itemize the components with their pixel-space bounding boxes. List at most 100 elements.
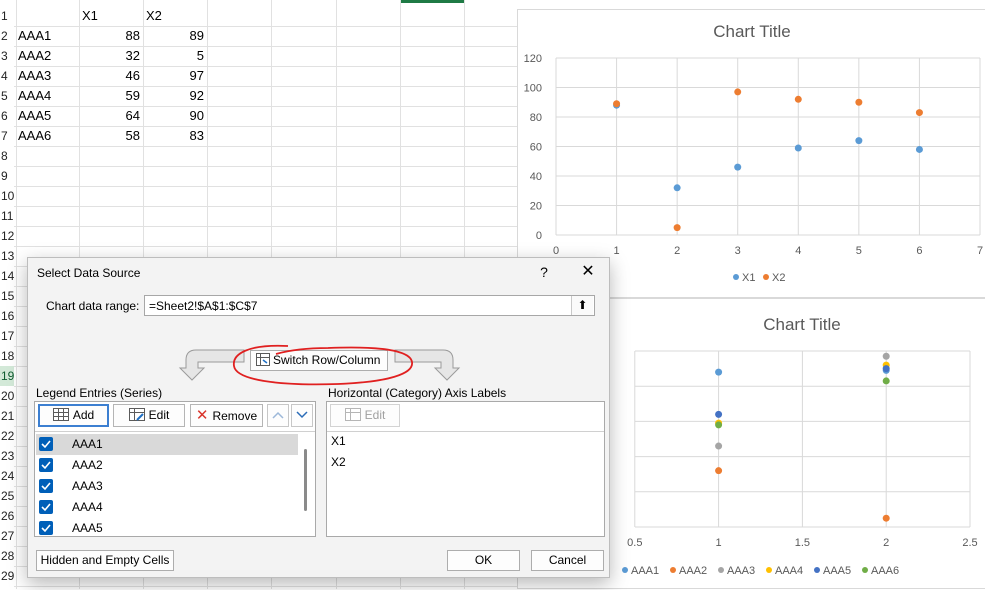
- switch-row-column-button[interactable]: Switch Row/Column: [250, 350, 388, 371]
- cell[interactable]: 59: [80, 86, 140, 106]
- row-header[interactable]: 20: [0, 386, 14, 406]
- row-header[interactable]: 23: [0, 446, 14, 466]
- cell[interactable]: 46: [80, 66, 140, 86]
- row-header[interactable]: 7: [0, 126, 14, 146]
- close-button[interactable]: ✕: [576, 261, 600, 283]
- horizontal-axis-labels-label: Horizontal (Category) Axis Labels: [328, 386, 507, 400]
- cancel-button[interactable]: Cancel: [531, 550, 604, 571]
- cell[interactable]: AAA2: [18, 46, 78, 66]
- cell[interactable]: 92: [144, 86, 204, 106]
- series-scrollbar[interactable]: [301, 435, 311, 532]
- edit-axis-labels-button[interactable]: Edit: [330, 404, 400, 427]
- cell[interactable]: X1: [82, 6, 142, 26]
- remove-series-button[interactable]: ✕ Remove: [190, 404, 263, 427]
- cell[interactable]: 88: [80, 26, 140, 46]
- checkmark-icon: [41, 461, 51, 470]
- cell[interactable]: 90: [144, 106, 204, 126]
- axis-labels-pane[interactable]: Edit X1 X2: [326, 401, 605, 537]
- series-checkbox[interactable]: [39, 458, 53, 472]
- row-header[interactable]: 15: [0, 286, 14, 306]
- row-header[interactable]: 22: [0, 426, 14, 446]
- scatter-chart-1[interactable]: Chart Title 0 20 40 60 80 100 120 0 1 2 3 4 5 6 7 X1 X2: [517, 9, 985, 298]
- row-header[interactable]: 18: [0, 346, 14, 366]
- legend-marker: [862, 567, 868, 573]
- legend-label: AAA2: [679, 565, 707, 577]
- row-header[interactable]: 27: [0, 526, 14, 546]
- row-header[interactable]: 1: [0, 6, 14, 26]
- series-list-item[interactable]: AAA2: [36, 455, 298, 476]
- x-tick-label: 7: [977, 245, 983, 257]
- row-header[interactable]: 29: [0, 566, 14, 586]
- cell[interactable]: 83: [144, 126, 204, 146]
- cell[interactable]: 97: [144, 66, 204, 86]
- series-list[interactable]: AAA1 AAA2 AAA3 AAA4 AAA5: [35, 431, 315, 536]
- row-header[interactable]: 25: [0, 486, 14, 506]
- data-point-x2: [915, 109, 923, 117]
- series-checkbox[interactable]: [39, 479, 53, 493]
- cell[interactable]: 64: [80, 106, 140, 126]
- scrollbar-thumb[interactable]: [304, 449, 307, 511]
- series-checkbox[interactable]: [39, 437, 53, 451]
- series-list-item[interactable]: AAA3: [36, 476, 298, 497]
- row-header[interactable]: 24: [0, 466, 14, 486]
- axis-labels-list[interactable]: X1 X2: [327, 431, 604, 536]
- row-header[interactable]: 26: [0, 506, 14, 526]
- remove-x-icon: ✕: [195, 407, 209, 424]
- cell[interactable]: AAA4: [18, 86, 78, 106]
- y-tick-label: 100: [524, 83, 542, 95]
- collapse-dialog-icon[interactable]: ⬆: [571, 296, 593, 315]
- row-header[interactable]: 8: [0, 146, 14, 166]
- series-checkbox[interactable]: [39, 521, 53, 535]
- legend-entries-pane[interactable]: Add Edit ✕ Remove AAA1 AAA2 AAA3 AAA4 AAA5: [34, 401, 316, 537]
- select-data-source-dialog[interactable]: Select Data Source ? ✕ Chart data range:…: [27, 257, 610, 578]
- row-header[interactable]: 9: [0, 166, 14, 186]
- cell[interactable]: X2: [146, 6, 206, 26]
- chart-data-range-input[interactable]: [144, 295, 595, 316]
- row-header[interactable]: 12: [0, 226, 14, 246]
- axis-label-item[interactable]: X2: [331, 455, 346, 469]
- series-name: AAA5: [72, 521, 103, 535]
- data-point-aaa6: [882, 377, 890, 385]
- cell[interactable]: 58: [80, 126, 140, 146]
- cell[interactable]: AAA5: [18, 106, 78, 126]
- series-list-item[interactable]: AAA5: [36, 518, 298, 539]
- left-curved-arrow-icon: [178, 349, 245, 381]
- chevron-up-icon: [272, 411, 284, 419]
- row-header[interactable]: 3: [0, 46, 14, 66]
- row-header[interactable]: 11: [0, 206, 14, 226]
- row-header[interactable]: 19: [0, 366, 14, 386]
- y-tick-label: 40: [530, 171, 542, 183]
- axis-label-item[interactable]: X1: [331, 434, 346, 448]
- cell[interactable]: AAA3: [18, 66, 78, 86]
- move-down-button[interactable]: [291, 404, 313, 427]
- row-header[interactable]: 13: [0, 246, 14, 266]
- data-point-aaa2: [715, 467, 723, 475]
- row-header[interactable]: 21: [0, 406, 14, 426]
- right-curved-arrow-icon: [394, 349, 461, 381]
- row-header[interactable]: 10: [0, 186, 14, 206]
- row-header[interactable]: 14: [0, 266, 14, 286]
- cell[interactable]: 32: [80, 46, 140, 66]
- row-header[interactable]: 16: [0, 306, 14, 326]
- hidden-empty-cells-button[interactable]: Hidden and Empty Cells: [36, 550, 174, 571]
- edit-series-button[interactable]: Edit: [113, 404, 185, 427]
- move-up-button[interactable]: [267, 404, 289, 427]
- cell[interactable]: [18, 6, 78, 26]
- row-header[interactable]: 6: [0, 106, 14, 126]
- cell[interactable]: AAA1: [18, 26, 78, 46]
- cell[interactable]: 89: [144, 26, 204, 46]
- row-header[interactable]: 4: [0, 66, 14, 86]
- row-header[interactable]: 2: [0, 26, 14, 46]
- help-button[interactable]: ?: [535, 263, 553, 281]
- cell[interactable]: 5: [144, 46, 204, 66]
- add-series-button[interactable]: Add: [38, 404, 109, 427]
- row-header[interactable]: 17: [0, 326, 14, 346]
- ok-button[interactable]: OK: [447, 550, 520, 571]
- series-list-item[interactable]: AAA4: [36, 497, 298, 518]
- series-list-item[interactable]: AAA1: [36, 434, 298, 455]
- row-header[interactable]: 28: [0, 546, 14, 566]
- cell[interactable]: AAA6: [18, 126, 78, 146]
- row-header[interactable]: 5: [0, 86, 14, 106]
- series-checkbox[interactable]: [39, 500, 53, 514]
- data-point-aaa5: [882, 365, 890, 373]
